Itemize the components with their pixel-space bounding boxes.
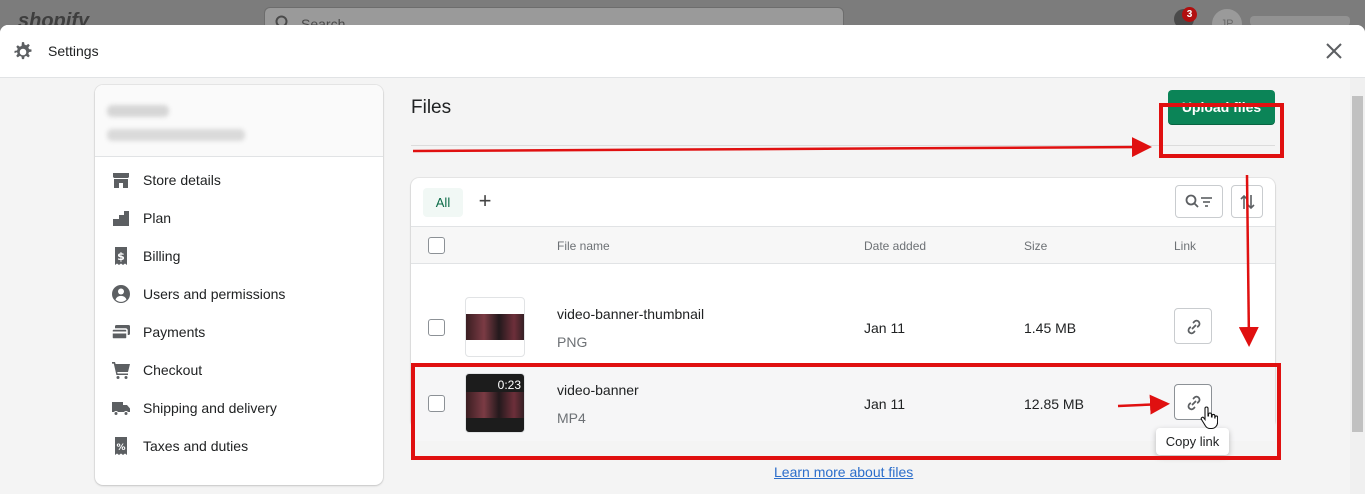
modal-title: Settings: [48, 43, 99, 59]
svg-text:$: $: [117, 250, 125, 263]
column-date-added: Date added: [864, 239, 927, 253]
file-type: PNG: [557, 334, 588, 350]
file-name: video-banner-thumbnail: [557, 306, 705, 322]
sidebar-item-store-details[interactable]: Store details: [95, 161, 383, 199]
file-size: 1.45 MB: [1024, 320, 1077, 336]
store-icon: [113, 173, 129, 188]
sidebar-nav: Store details Plan $ Billing Users and p…: [95, 157, 383, 465]
sort-icon: [1240, 194, 1255, 210]
copy-link-button[interactable]: [1174, 308, 1212, 344]
column-file-name: File name: [557, 239, 610, 253]
column-link: Link: [1174, 239, 1197, 253]
scrollbar[interactable]: [1350, 78, 1365, 494]
tab-all[interactable]: All: [423, 188, 463, 217]
file-thumbnail: [465, 297, 525, 357]
sidebar-item-checkout[interactable]: Checkout: [95, 351, 383, 389]
settings-sidebar: Store details Plan $ Billing Users and p…: [95, 85, 383, 485]
row-checkbox[interactable]: [428, 319, 445, 336]
add-view-button[interactable]: +: [473, 190, 497, 214]
column-size: Size: [1024, 239, 1048, 253]
sidebar-item-label: Plan: [143, 210, 172, 226]
sidebar-item-label: Taxes and duties: [143, 438, 249, 454]
learn-more-link[interactable]: Learn more about files: [774, 464, 913, 480]
sort-button[interactable]: [1231, 185, 1263, 218]
page-title: Files: [411, 97, 452, 118]
tax-icon: %: [115, 437, 127, 455]
sidebar-item-plan[interactable]: Plan: [95, 199, 383, 237]
sidebar-item-payments[interactable]: Payments: [95, 313, 383, 351]
annotation-box-upload: [1159, 103, 1284, 158]
link-icon: [1187, 319, 1201, 335]
notification-badge: 3: [1182, 7, 1197, 22]
sidebar-item-label: Payments: [143, 324, 206, 340]
truck-icon: [112, 402, 130, 416]
sidebar-item-users-and-permissions[interactable]: Users and permissions: [95, 275, 383, 313]
sidebar-item-shipping-and-delivery[interactable]: Shipping and delivery: [95, 389, 383, 427]
file-date: Jan 11: [864, 320, 905, 336]
sidebar-item-label: Checkout: [143, 362, 203, 378]
payments-icon: [111, 325, 130, 340]
sidebar-item-billing[interactable]: $ Billing: [95, 237, 383, 275]
table-header: File name Date added Size Link: [411, 226, 1275, 264]
table-row[interactable]: video-banner-thumbnail PNG Jan 11 1.45 M…: [411, 289, 1275, 365]
title-divider: [411, 145, 1275, 146]
billing-icon: $: [115, 247, 127, 265]
sidebar-item-label: Users and permissions: [143, 286, 286, 302]
user-icon: [112, 285, 130, 303]
sidebar-item-label: Store details: [143, 172, 221, 188]
plan-icon: [113, 211, 129, 226]
store-name-blurred: [107, 105, 169, 117]
modal-header: Settings: [0, 25, 1365, 78]
search-filter-icon: [1185, 194, 1212, 208]
select-all-checkbox[interactable]: [428, 237, 445, 254]
cart-icon: [112, 362, 130, 379]
svg-text:%: %: [116, 443, 125, 453]
sidebar-item-taxes-and-duties[interactable]: % Taxes and duties: [95, 427, 383, 465]
scrollbar-thumb[interactable]: [1352, 96, 1363, 432]
close-icon[interactable]: [1322, 39, 1346, 63]
sidebar-item-label: Shipping and delivery: [143, 400, 277, 416]
store-url-blurred: [107, 129, 245, 141]
search-filter-button[interactable]: [1175, 185, 1223, 218]
annotation-box-row: [411, 363, 1281, 460]
thumbnail-image: [466, 314, 524, 340]
sidebar-item-label: Billing: [143, 248, 181, 264]
store-info-blurred: [95, 85, 383, 157]
gear-icon: [14, 42, 32, 60]
